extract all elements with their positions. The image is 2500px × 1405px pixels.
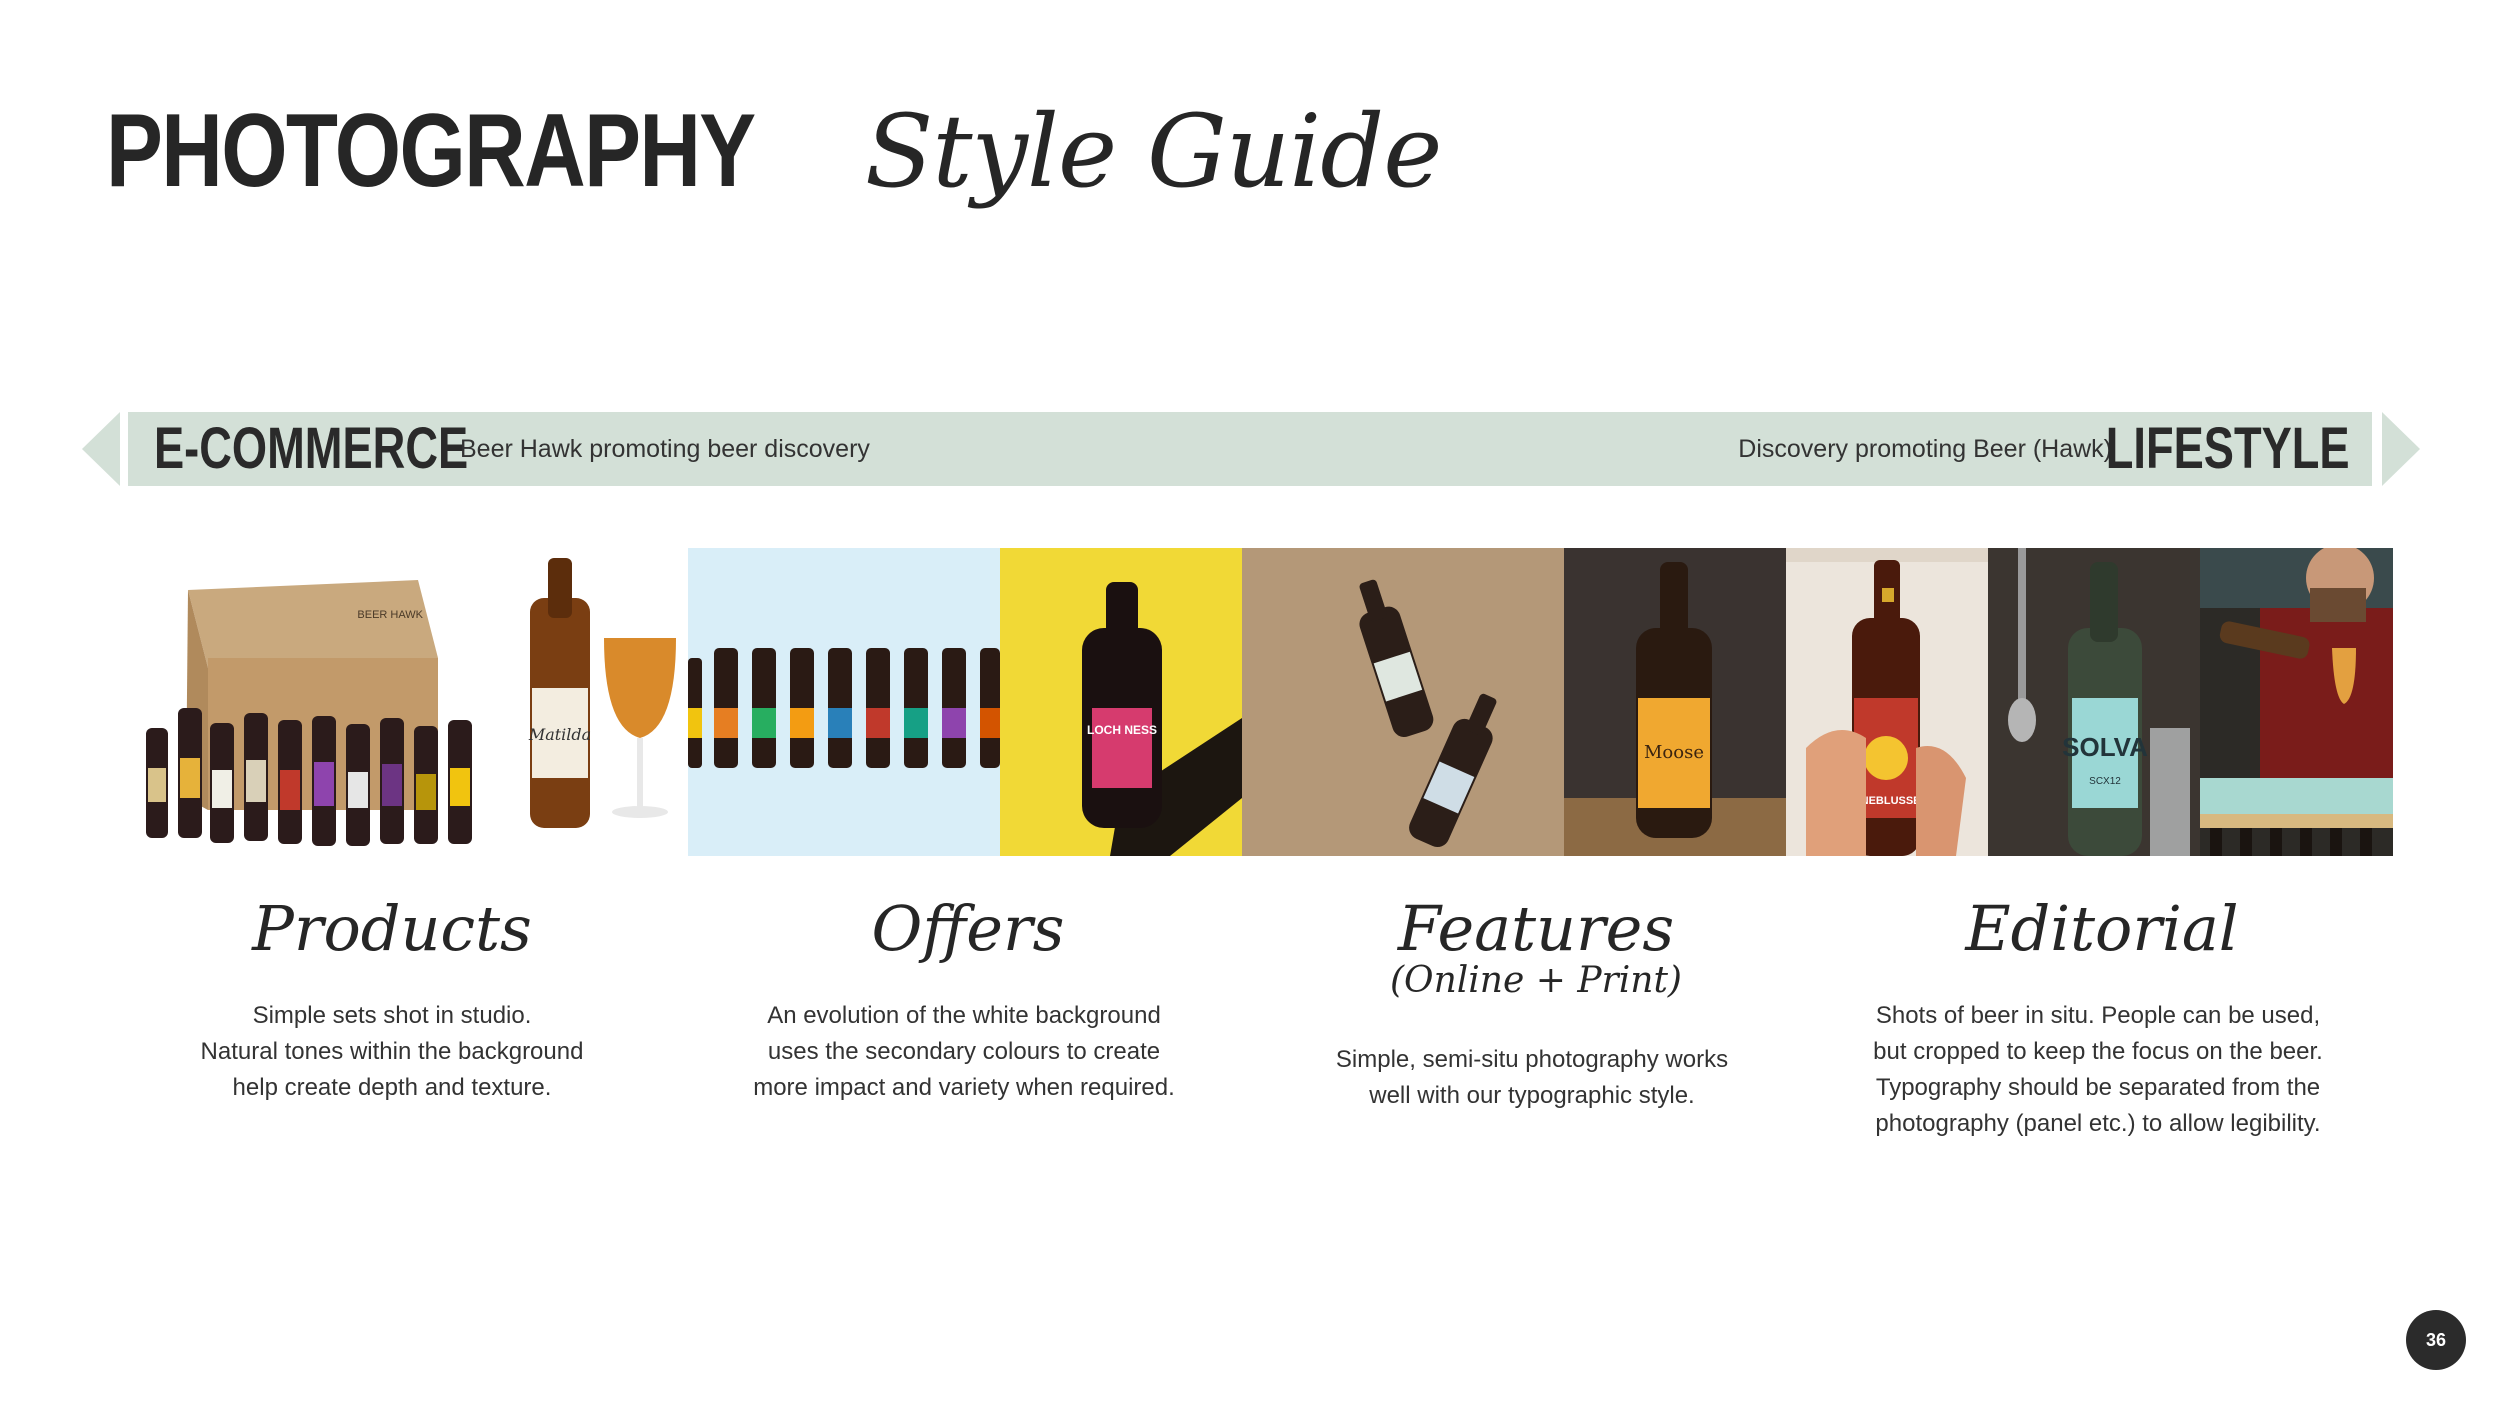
- spectrum-right-label: LIFESTYLE: [2106, 416, 2350, 481]
- editorial-description: Shots of beer in situ. People can be use…: [1818, 998, 2378, 1142]
- editorial-description-line: Typography should be separated from the: [1875, 1074, 2321, 1101]
- features-dark-photo: Moose: [1564, 548, 1786, 856]
- editorial-hand-photo: MANEBLUSSER: [1786, 548, 1988, 856]
- editorial-pour-photo: [2200, 548, 2393, 856]
- features-description-line: Simple, semi-situ photography works: [1335, 1046, 1729, 1073]
- spectrum-left-arrow-icon: [82, 412, 120, 486]
- solva-sub-text: SCX12: [2089, 776, 2121, 787]
- spectrum-left-description: Beer Hawk promoting beer discovery: [460, 435, 870, 463]
- offers-description: An evolution of the white background use…: [684, 998, 1244, 1106]
- products-description-line: help create depth and texture.: [232, 1074, 552, 1101]
- moose-label-text: Moose: [1644, 742, 1704, 763]
- editorial-description-line: Shots of beer in situ. People can be use…: [1875, 1002, 2321, 1029]
- box-brand-text: BEER HAWK: [357, 609, 423, 621]
- offers-description-line: An evolution of the white background: [767, 1002, 1161, 1029]
- loch-ness-label-text: LOCH NESS: [1087, 723, 1157, 737]
- products-description-line: Natural tones within the background: [200, 1038, 584, 1065]
- editorial-solva-photo: SOLVA SCX12: [1988, 548, 2200, 856]
- features-description-line: well with our typographic style.: [1369, 1082, 1695, 1109]
- page-title-italic: Style Guide: [864, 93, 1443, 210]
- spectrum-right-arrow-icon: [2382, 412, 2420, 486]
- offers-bottle-row-photo: [688, 548, 1000, 856]
- page-title-bold: PHOTOGRAPHY: [106, 93, 756, 209]
- editorial-description-line: but cropped to keep the focus on the bee…: [1873, 1038, 2323, 1065]
- products-description: Simple sets shot in studio. Natural tone…: [112, 998, 672, 1106]
- spectrum-right-description: Discovery promoting Beer (Hawk): [1738, 435, 2112, 463]
- editorial-description-line: photography (panel etc.) to allow legibi…: [1875, 1110, 2321, 1137]
- products-description-line: Simple sets shot in studio.: [252, 1002, 532, 1029]
- bottle-label-text: Matilda: [528, 725, 591, 744]
- features-description: Simple, semi-situ photography works well…: [1252, 1042, 1812, 1114]
- offers-yellow-photo: LOCH NESS: [1000, 548, 1242, 856]
- solva-label-text: SOLVA: [2062, 732, 2148, 762]
- offers-title: Offers: [871, 892, 1065, 965]
- page-number-badge: 36: [2406, 1310, 2466, 1370]
- features-subtitle: (Online + Print): [1390, 960, 1682, 1001]
- products-title: Products: [252, 892, 532, 965]
- features-kraft-photo: [1242, 548, 1564, 856]
- products-bottle-glass-photo: Matilda: [508, 548, 688, 856]
- page-title: PHOTOGRAPHY Style Guide: [106, 92, 1443, 222]
- offers-description-line: more impact and variety when required.: [753, 1074, 1175, 1101]
- offers-description-line: uses the secondary colours to create: [767, 1038, 1161, 1065]
- products-box-photo: BEER HAWK: [128, 548, 508, 856]
- spectrum-left-label: E-COMMERCE: [154, 416, 469, 481]
- features-title: Features: [1397, 892, 1675, 965]
- editorial-title: Editorial: [1965, 892, 2239, 965]
